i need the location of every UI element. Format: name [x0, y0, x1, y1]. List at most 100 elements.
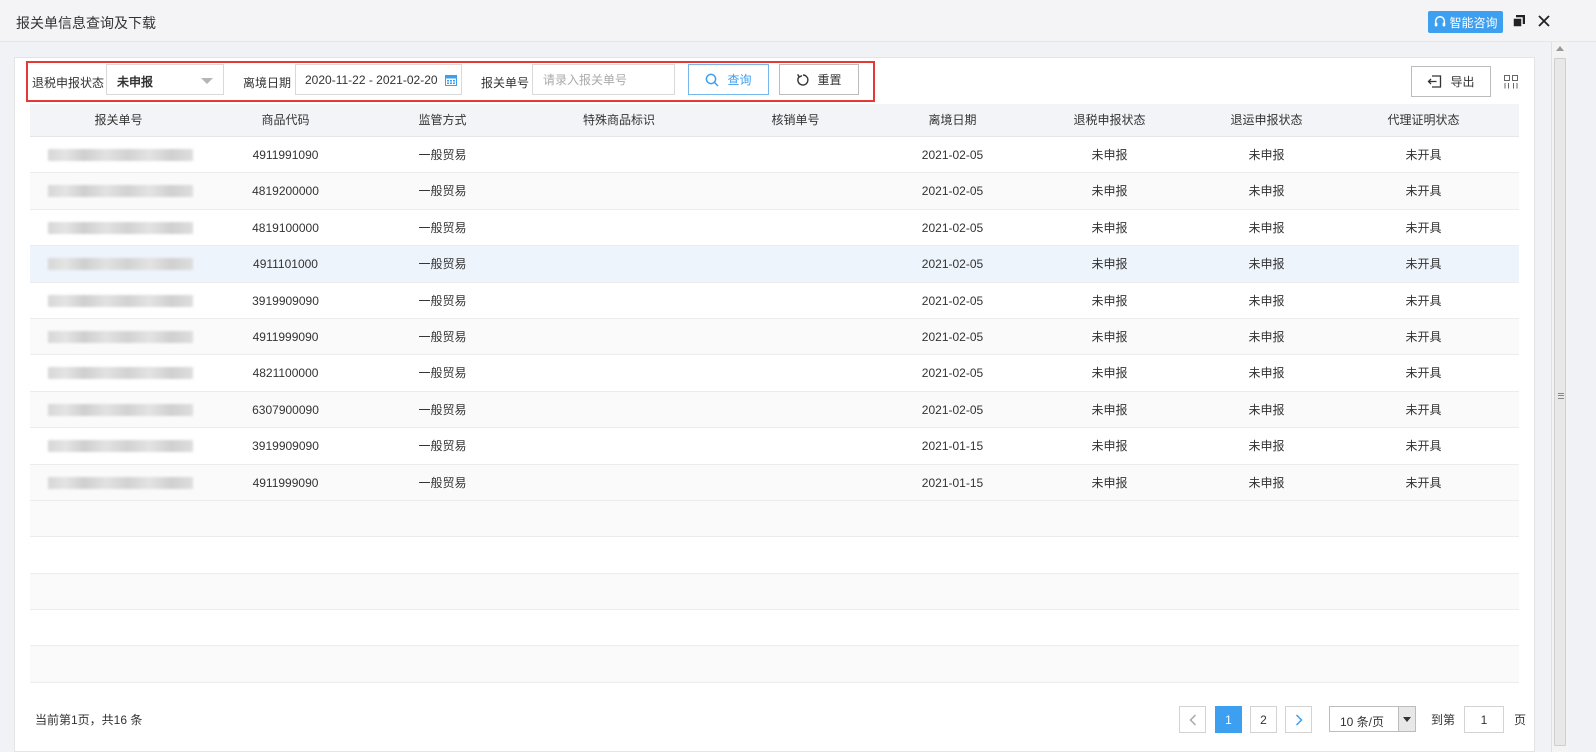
reset-button[interactable]: 重置 — [779, 64, 859, 95]
column-header: 核销单号 — [771, 113, 820, 127]
cell-agent: 未开具 — [1405, 366, 1442, 381]
column-header: 代理证明状态 — [1387, 113, 1460, 127]
cell-verify — [717, 428, 874, 464]
column-header: 报关单号 — [94, 113, 143, 127]
cell-date: 2021-02-05 — [921, 220, 984, 235]
cell-tax: 未申报 — [1091, 220, 1128, 235]
declaration-no-cell-redacted — [30, 319, 207, 355]
cell-agent: 未开具 — [1405, 402, 1442, 417]
window-titlebar: 报关单信息查询及下载 智能咨询 — [0, 0, 1596, 42]
chevron-down-icon — [1398, 707, 1415, 731]
column-settings-icon[interactable] — [1504, 75, 1518, 89]
restore-window-icon[interactable] — [1512, 14, 1526, 28]
table-body: 4911991090 一般贸易 2021-02-05 未申报 未申报 未开具 4819200… — [30, 137, 1519, 683]
declaration-no-input[interactable] — [532, 64, 675, 95]
cell-mode: 一般贸易 — [418, 220, 467, 235]
cell-verify — [717, 319, 874, 355]
export-button-label: 导出 — [1450, 75, 1475, 89]
cell-date: 2021-02-05 — [921, 257, 984, 272]
table-row[interactable]: 3919909090 一般贸易 2021-01-15 未申报 未申报 未开具 — [30, 428, 1519, 465]
cell-date: 2021-01-15 — [921, 475, 984, 490]
table-header: 报关单号 商品代码 监管方式 特殊商品标识 核销单号 离境日期 退税申报状态 退… — [30, 104, 1519, 137]
cell-verify — [717, 392, 874, 428]
close-window-icon[interactable] — [1537, 14, 1551, 28]
cell-code: 3919909090 — [252, 293, 319, 308]
cell-special — [521, 319, 717, 355]
declaration-table: 报关单号 商品代码 监管方式 特殊商品标识 核销单号 离境日期 退税申报状态 退… — [30, 104, 1519, 683]
cell-special — [521, 283, 717, 319]
smart-consult-label: 智能咨询 — [1449, 15, 1498, 30]
pagination-summary: 当前第1页，共16 条 — [35, 713, 143, 727]
cell-agent: 未开具 — [1405, 148, 1442, 162]
column-header: 监管方式 — [418, 113, 467, 127]
cell-agent: 未开具 — [1405, 329, 1442, 344]
table-row[interactable]: 3919909090 一般贸易 2021-02-05 未申报 未申报 未开具 — [30, 283, 1519, 319]
scroll-up-icon[interactable] — [1556, 46, 1564, 51]
cell-agent: 未开具 — [1405, 293, 1442, 308]
table-row[interactable]: 4821100000 一般贸易 2021-02-05 未申报 未申报 未开具 — [30, 355, 1519, 392]
cell-code: 6307900090 — [252, 402, 319, 417]
page-size-select[interactable]: 10 条/页 — [1329, 706, 1416, 732]
cell-code: 4819100000 — [252, 220, 319, 235]
page-button-1[interactable]: 1 — [1215, 706, 1242, 733]
cell-date: 2021-02-05 — [921, 366, 984, 381]
column-header: 退运申报状态 — [1230, 113, 1303, 127]
tax-status-value: 未申报 — [117, 75, 154, 89]
table-row[interactable]: 4819100000 一般贸易 2021-02-05 未申报 未申报 未开具 — [30, 210, 1519, 247]
page-button-2[interactable]: 2 — [1250, 706, 1277, 733]
cell-date: 2021-02-05 — [921, 402, 984, 417]
cell-ret: 未申报 — [1248, 257, 1285, 272]
cell-verify — [717, 210, 874, 246]
table-row[interactable]: 4911101000 一般贸易 2021-02-05 未申报 未申报 未开具 — [30, 246, 1519, 283]
cell-tax: 未申报 — [1091, 475, 1128, 490]
chevron-down-icon — [201, 78, 213, 84]
cell-tax: 未申报 — [1091, 257, 1128, 272]
export-button[interactable]: 导出 — [1411, 66, 1491, 97]
cell-code: 4821100000 — [252, 366, 319, 381]
query-button[interactable]: 查询 — [688, 64, 769, 95]
tax-status-select[interactable]: 未申报 — [106, 64, 224, 95]
cell-date: 2021-02-05 — [921, 184, 984, 199]
smart-consult-button[interactable]: 智能咨询 — [1428, 11, 1503, 33]
cell-agent: 未开具 — [1405, 220, 1442, 235]
declaration-no-cell-redacted — [30, 210, 207, 246]
cell-tax: 未申报 — [1091, 439, 1128, 454]
cell-tax: 未申报 — [1091, 293, 1128, 308]
cell-special — [521, 210, 717, 246]
table-row[interactable]: 4911991090 一般贸易 2021-02-05 未申报 未申报 未开具 — [30, 137, 1519, 174]
goto-page-input[interactable] — [1464, 706, 1504, 733]
cell-date: 2021-01-15 — [921, 439, 984, 454]
scrollbar-thumb[interactable] — [1554, 58, 1566, 746]
column-header: 退税申报状态 — [1073, 113, 1146, 127]
cell-ret: 未申报 — [1248, 184, 1285, 199]
next-page-button[interactable] — [1285, 706, 1312, 733]
table-row[interactable]: 4911999090 一般贸易 2021-01-15 未申报 未申报 未开具 — [30, 464, 1519, 501]
table-row[interactable]: 4819200000 一般贸易 2021-02-05 未申报 未申报 未开具 — [30, 173, 1519, 210]
cell-special — [521, 465, 717, 501]
cell-date: 2021-02-05 — [921, 329, 984, 344]
calendar-icon[interactable] — [445, 74, 457, 86]
cell-code: 4911991090 — [252, 148, 319, 162]
cell-special — [521, 392, 717, 428]
declaration-no-cell-redacted — [30, 173, 207, 209]
prev-page-button[interactable] — [1179, 706, 1206, 733]
departure-date-value: 2020-11-22 - 2021-02-20 — [305, 73, 438, 87]
cell-special — [521, 173, 717, 209]
table-row[interactable]: 4911999090 一般贸易 2021-02-05 未申报 未申报 未开具 — [30, 318, 1519, 356]
cell-verify — [717, 173, 874, 209]
goto-label: 到第 — [1431, 713, 1456, 727]
vertical-scrollbar[interactable] — [1551, 42, 1568, 752]
cell-agent: 未开具 — [1405, 184, 1442, 199]
column-header: 商品代码 — [261, 113, 310, 127]
table-row[interactable]: 6307900090 一般贸易 2021-02-05 未申报 未申报 未开具 — [30, 391, 1519, 429]
cell-ret: 未申报 — [1248, 220, 1285, 235]
page-size-value: 10 条/页 — [1340, 715, 1385, 729]
departure-date-range-input[interactable]: 2020-11-22 - 2021-02-20 — [295, 64, 462, 95]
cell-code: 4819200000 — [252, 184, 319, 199]
cell-date: 2021-02-05 — [921, 293, 984, 308]
cell-date: 2021-02-05 — [921, 148, 984, 162]
empty-row — [30, 573, 1519, 611]
refresh-icon — [797, 73, 810, 86]
cell-verify — [717, 465, 874, 501]
cell-verify — [717, 355, 874, 391]
